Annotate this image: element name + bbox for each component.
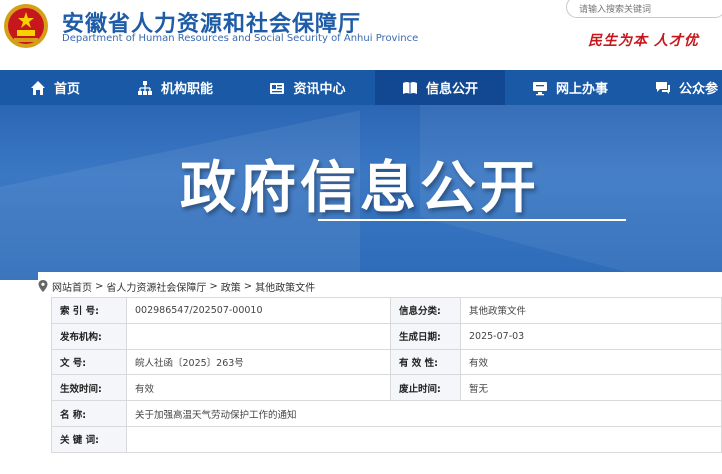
doc-number-value: 皖人社函〔2025〕263号	[126, 348, 391, 376]
news-icon	[270, 82, 285, 94]
book-icon	[402, 81, 417, 94]
nav-item-home[interactable]: 首页	[0, 70, 110, 105]
banner-title: 政府信息公开	[180, 156, 540, 221]
content-panel: 网站首页 > 省人力资源社会保障厅 > 政策 > 其他政策文件 索 引 号: 0…	[38, 272, 722, 474]
keywords-value	[126, 425, 722, 453]
index-number-label: 索 引 号:	[51, 297, 127, 324]
search-input[interactable]	[567, 0, 722, 20]
nav-label: 信息公开	[425, 82, 478, 97]
table-row: 关 键 词:	[51, 425, 722, 453]
validity-label: 有 效 性:	[390, 348, 461, 376]
nav-label: 公众参	[679, 82, 719, 97]
main-nav: 首页 机构职能 资讯中心 信息公开 网上办事 公众参	[0, 70, 722, 105]
nav-item-org[interactable]: 机构职能	[110, 70, 240, 105]
table-row: 文 号: 皖人社函〔2025〕263号 有 效 性: 有效	[51, 348, 722, 376]
nav-label: 资讯中心	[293, 82, 346, 97]
nav-label: 机构职能	[160, 82, 213, 97]
effective-time-value: 有效	[126, 374, 391, 402]
breadcrumb-separator: >	[209, 280, 218, 292]
table-row: 索 引 号: 002986547/202507-00010 信息分类: 其他政策…	[51, 297, 722, 324]
breadcrumb-separator: >	[95, 280, 104, 292]
breadcrumb-link[interactable]: 政策	[221, 279, 241, 294]
publisher-label: 发布机构:	[51, 322, 127, 350]
site-header: 安徽省人力资源和社会保障厅 Department of Human Resour…	[0, 0, 722, 70]
national-emblem-icon[interactable]	[2, 2, 50, 50]
location-pin-icon	[38, 280, 48, 292]
table-row: 发布机构: 生成日期: 2025-07-03	[51, 322, 722, 350]
info-category-value: 其他政策文件	[460, 297, 722, 324]
home-icon	[30, 80, 45, 95]
title-label: 名 称:	[51, 400, 127, 427]
index-number-value: 002986547/202507-00010	[126, 297, 391, 324]
nav-label: 网上办事	[555, 82, 608, 97]
banner-underline	[318, 219, 626, 221]
breadcrumb: 网站首页 > 省人力资源社会保障厅 > 政策 > 其他政策文件	[38, 278, 315, 294]
site-subtitle: Department of Human Resources and Social…	[62, 33, 419, 44]
search-box[interactable]	[566, 0, 722, 20]
breadcrumb-separator: >	[243, 280, 253, 292]
created-date-value: 2025-07-03	[460, 322, 722, 350]
banner: 政府信息公开	[0, 105, 722, 280]
table-row: 生效时间: 有效 废止时间: 暂无	[51, 374, 722, 402]
effective-time-label: 生效时间:	[51, 374, 127, 402]
validity-value: 有效	[460, 348, 722, 376]
org-chart-icon	[137, 80, 152, 95]
repeal-time-value: 暂无	[460, 374, 722, 402]
nav-item-info-disclosure[interactable]: 信息公开	[375, 70, 505, 105]
nav-label: 首页	[53, 82, 80, 97]
doc-number-label: 文 号:	[51, 348, 127, 376]
table-row: 名 称: 关于加强高温天气劳动保护工作的通知	[51, 400, 722, 427]
breadcrumb-link[interactable]: 网站首页	[52, 279, 92, 294]
chat-icon	[656, 81, 670, 94]
title-value: 关于加强高温天气劳动保护工作的通知	[126, 400, 722, 427]
document-info-table: 索 引 号: 002986547/202507-00010 信息分类: 其他政策…	[51, 297, 722, 453]
info-category-label: 信息分类:	[390, 297, 461, 324]
monitor-icon	[532, 81, 547, 95]
breadcrumb-link[interactable]: 其他政策文件	[255, 279, 315, 294]
publisher-value	[126, 322, 391, 350]
nav-item-public[interactable]: 公众参	[635, 70, 722, 105]
breadcrumb-link[interactable]: 省人力资源社会保障厅	[106, 279, 206, 294]
slogan: 民生为本 人才优	[588, 33, 699, 49]
keywords-label: 关 键 词:	[51, 425, 127, 453]
created-date-label: 生成日期:	[390, 322, 461, 350]
repeal-time-label: 废止时间:	[390, 374, 461, 402]
nav-item-online-service[interactable]: 网上办事	[505, 70, 635, 105]
nav-item-news[interactable]: 资讯中心	[240, 70, 375, 105]
